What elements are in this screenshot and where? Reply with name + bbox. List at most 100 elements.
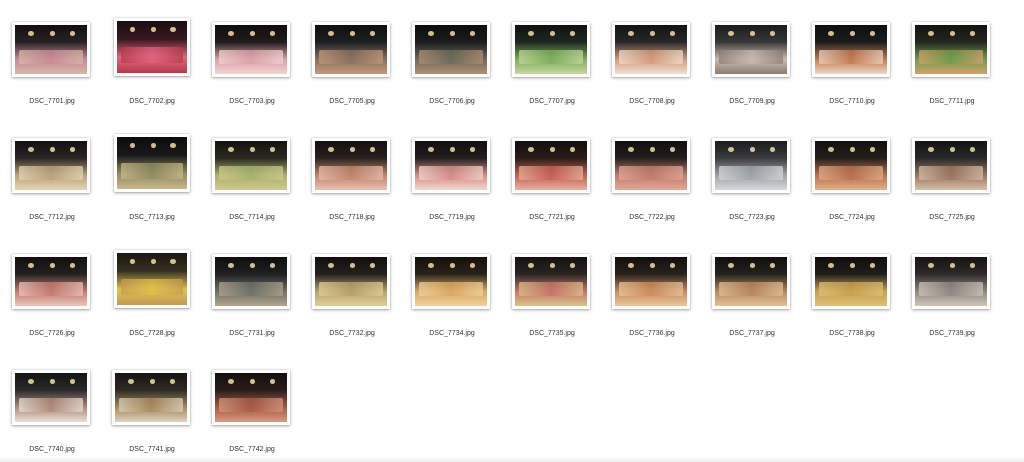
file-item[interactable]: DSC_7722.jpg — [602, 134, 702, 250]
file-item[interactable]: DSC_7724.jpg — [802, 134, 902, 250]
image-thumbnail[interactable] — [12, 22, 90, 77]
file-name-label[interactable]: DSC_7725.jpg — [902, 214, 1002, 221]
file-item[interactable]: DSC_7702.jpg — [102, 18, 202, 134]
image-thumbnail[interactable] — [412, 254, 490, 309]
file-item[interactable]: DSC_7713.jpg — [102, 134, 202, 250]
file-item[interactable]: DSC_7737.jpg — [702, 250, 802, 366]
file-item[interactable]: DSC_7723.jpg — [702, 134, 802, 250]
file-item[interactable]: DSC_7705.jpg — [302, 18, 402, 134]
file-name-label[interactable]: DSC_7726.jpg — [2, 330, 102, 337]
image-thumbnail[interactable] — [412, 22, 490, 77]
file-item[interactable]: DSC_7710.jpg — [802, 18, 902, 134]
image-thumbnail[interactable] — [12, 138, 90, 193]
image-thumbnail[interactable] — [114, 134, 190, 192]
file-name-label[interactable]: DSC_7701.jpg — [2, 98, 102, 105]
image-thumbnail[interactable] — [612, 138, 690, 193]
file-name-label[interactable]: DSC_7722.jpg — [602, 214, 702, 221]
file-name-label[interactable]: DSC_7724.jpg — [802, 214, 902, 221]
image-thumbnail[interactable] — [612, 254, 690, 309]
file-name-label[interactable]: DSC_7740.jpg — [2, 446, 102, 453]
file-item[interactable]: DSC_7703.jpg — [202, 18, 302, 134]
image-thumbnail[interactable] — [512, 138, 590, 193]
image-thumbnail[interactable] — [512, 254, 590, 309]
image-thumbnail[interactable] — [812, 254, 890, 309]
file-name-label[interactable]: DSC_7735.jpg — [502, 330, 602, 337]
file-item[interactable]: DSC_7725.jpg — [902, 134, 1002, 250]
file-item[interactable]: DSC_7711.jpg — [902, 18, 1002, 134]
file-name-label[interactable]: DSC_7732.jpg — [302, 330, 402, 337]
file-name-label[interactable]: DSC_7705.jpg — [302, 98, 402, 105]
image-thumbnail[interactable] — [212, 254, 290, 309]
file-item[interactable]: DSC_7701.jpg — [2, 18, 102, 134]
file-name-label[interactable]: DSC_7718.jpg — [302, 214, 402, 221]
file-name-label[interactable]: DSC_7703.jpg — [202, 98, 302, 105]
file-item[interactable]: DSC_7707.jpg — [502, 18, 602, 134]
file-name-label[interactable]: DSC_7742.jpg — [202, 446, 302, 453]
file-item[interactable]: DSC_7719.jpg — [402, 134, 502, 250]
file-item[interactable]: DSC_7741.jpg — [102, 366, 202, 462]
image-thumbnail[interactable] — [612, 22, 690, 77]
file-name-label[interactable]: DSC_7738.jpg — [802, 330, 902, 337]
file-item[interactable]: DSC_7734.jpg — [402, 250, 502, 366]
file-item[interactable]: DSC_7728.jpg — [102, 250, 202, 366]
image-thumbnail[interactable] — [912, 138, 990, 193]
file-name-label[interactable]: DSC_7739.jpg — [902, 330, 1002, 337]
image-thumbnail[interactable] — [212, 22, 290, 77]
image-thumbnail[interactable] — [312, 22, 390, 77]
file-name-label[interactable]: DSC_7734.jpg — [402, 330, 502, 337]
file-name-label[interactable]: DSC_7714.jpg — [202, 214, 302, 221]
image-thumbnail[interactable] — [212, 138, 290, 193]
image-thumbnail[interactable] — [12, 254, 90, 309]
file-name-label[interactable]: DSC_7728.jpg — [102, 330, 202, 337]
file-item[interactable]: DSC_7731.jpg — [202, 250, 302, 366]
file-name-label[interactable]: DSC_7712.jpg — [2, 214, 102, 221]
file-name-label[interactable]: DSC_7736.jpg — [602, 330, 702, 337]
file-item[interactable]: DSC_7739.jpg — [902, 250, 1002, 366]
thumbnail-light — [49, 378, 56, 384]
file-name-label[interactable]: DSC_7713.jpg — [102, 214, 202, 221]
image-thumbnail[interactable] — [114, 250, 190, 308]
file-name-label[interactable]: DSC_7708.jpg — [602, 98, 702, 105]
image-thumbnail[interactable] — [112, 370, 190, 425]
file-name-label[interactable]: DSC_7710.jpg — [802, 98, 902, 105]
file-item[interactable]: DSC_7740.jpg — [2, 366, 102, 462]
file-item[interactable]: DSC_7732.jpg — [302, 250, 402, 366]
file-item[interactable]: DSC_7736.jpg — [602, 250, 702, 366]
image-thumbnail[interactable] — [812, 22, 890, 77]
file-item[interactable]: DSC_7718.jpg — [302, 134, 402, 250]
file-item[interactable]: DSC_7738.jpg — [802, 250, 902, 366]
image-thumbnail[interactable] — [412, 138, 490, 193]
image-thumbnail[interactable] — [712, 22, 790, 77]
file-item[interactable]: DSC_7721.jpg — [502, 134, 602, 250]
file-name-label[interactable]: DSC_7702.jpg — [102, 98, 202, 105]
file-name-label[interactable]: DSC_7719.jpg — [402, 214, 502, 221]
file-name-label[interactable]: DSC_7721.jpg — [502, 214, 602, 221]
image-thumbnail[interactable] — [912, 254, 990, 309]
file-name-label[interactable]: DSC_7707.jpg — [502, 98, 602, 105]
image-thumbnail[interactable] — [712, 138, 790, 193]
file-name-label[interactable]: DSC_7711.jpg — [902, 98, 1002, 105]
file-item[interactable]: DSC_7708.jpg — [602, 18, 702, 134]
image-thumbnail[interactable] — [912, 22, 990, 77]
file-item[interactable]: DSC_7726.jpg — [2, 250, 102, 366]
file-item[interactable]: DSC_7706.jpg — [402, 18, 502, 134]
file-name-label[interactable]: DSC_7709.jpg — [702, 98, 802, 105]
image-thumbnail[interactable] — [312, 138, 390, 193]
image-thumbnail[interactable] — [212, 370, 290, 425]
image-thumbnail[interactable] — [114, 18, 190, 76]
file-item[interactable]: DSC_7742.jpg — [202, 366, 302, 462]
image-thumbnail[interactable] — [312, 254, 390, 309]
file-item[interactable]: DSC_7714.jpg — [202, 134, 302, 250]
file-item[interactable]: DSC_7712.jpg — [2, 134, 102, 250]
image-thumbnail[interactable] — [812, 138, 890, 193]
image-thumbnail[interactable] — [12, 370, 90, 425]
file-item[interactable]: DSC_7735.jpg — [502, 250, 602, 366]
image-thumbnail[interactable] — [712, 254, 790, 309]
file-name-label[interactable]: DSC_7706.jpg — [402, 98, 502, 105]
file-item[interactable]: DSC_7709.jpg — [702, 18, 802, 134]
image-thumbnail[interactable] — [512, 22, 590, 77]
file-name-label[interactable]: DSC_7741.jpg — [102, 446, 202, 453]
file-name-label[interactable]: DSC_7737.jpg — [702, 330, 802, 337]
file-name-label[interactable]: DSC_7731.jpg — [202, 330, 302, 337]
file-name-label[interactable]: DSC_7723.jpg — [702, 214, 802, 221]
